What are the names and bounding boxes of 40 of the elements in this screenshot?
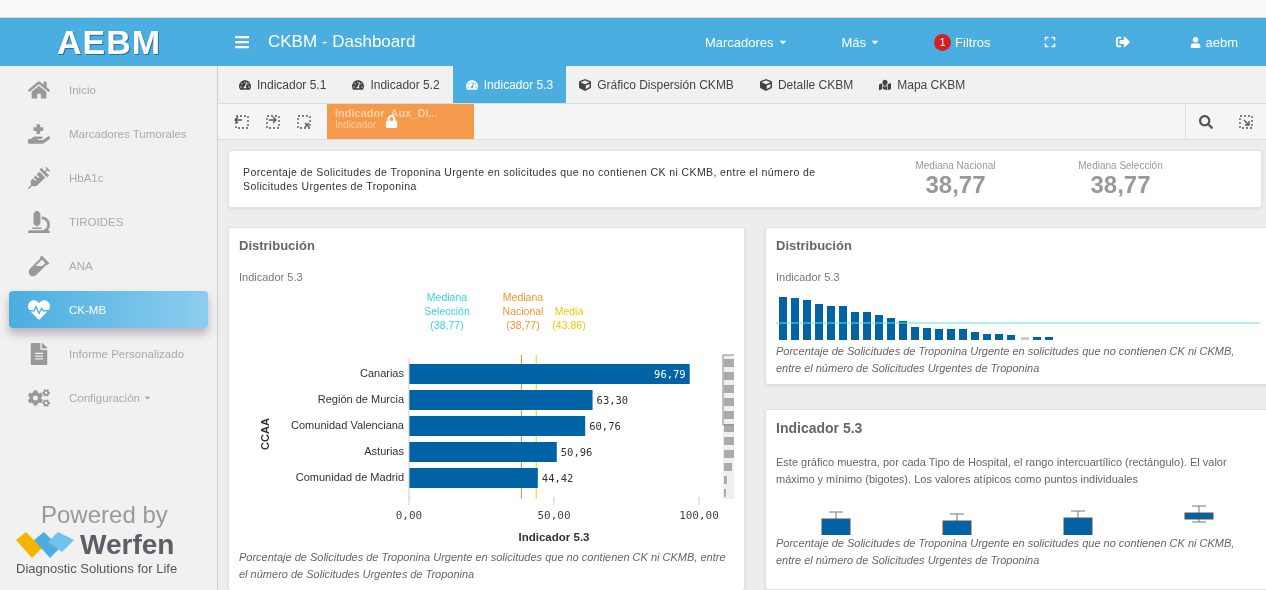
brand-tagline: Diagnostic Solutions for Life (16, 561, 178, 576)
stat-label: Mediana Nacional (915, 159, 996, 171)
category-label: Región de Murcia (317, 393, 404, 405)
tick-label: 50,00 (537, 509, 571, 522)
stat-value: 38,77 (1090, 170, 1151, 199)
value-label: 44,42 (541, 472, 574, 484)
filter-count-badge: 1 (934, 33, 952, 51)
stat-value: 38,77 (925, 170, 986, 199)
panel-title: Distribución (776, 238, 853, 253)
dashboard-title: CKBM - Dashboard (268, 32, 417, 52)
value-label: 63,30 (596, 394, 629, 406)
value-label: 50,96 (560, 446, 593, 458)
tick-label: 100,00 (679, 509, 719, 522)
category-label: Comunidad Valenciana (291, 419, 404, 431)
panel-footnote: Porcentaje de Solicitudes de Troponina Urgente en solicitudes que no contienen CK ni CKMB, entre el número de Solicitudes Urgentes de Troponina (776, 344, 1236, 376)
x-axis-title: Indicador 5.3 (518, 531, 590, 543)
category-label: Canarias (359, 367, 404, 379)
sheet-subtitle: Indicador (335, 119, 378, 130)
panel-title: Indicador 5.3 (776, 420, 864, 436)
panel-footnote: Porcentaje de Solicitudes de Troponina Urgente en solicitudes que no contienen CK ni CKMB, entre el número de Solicitudes Urgentes de Troponina (776, 536, 1236, 568)
value-label: 60,76 (589, 420, 621, 432)
panel-description: Este gráfico muestra, por cada Tipo de Hospital, el rango intercuartílico (rectángulo). El valor máximo y mínimo (bigotes). Los valores atípicos como puntos individuales (776, 455, 1228, 487)
sheet-title: Indicador_Aux_Di... (335, 107, 439, 119)
powered-by-text: Powered by (41, 501, 168, 529)
panel-title: Distribución (239, 238, 316, 253)
y-axis-title: CCAA (259, 418, 271, 450)
reference-line-label: Mediana Nacional (38,77) (502, 291, 544, 331)
brand-name: Werfen (80, 529, 175, 561)
reference-line-label: Media (43,86) (552, 305, 586, 331)
reference-line-label: Mediana Selección (38,77) (424, 291, 470, 331)
panel-footnote: Porcentaje de Solicitudes de Troponina Urgente en solicitudes que no contienen CK ni CKMB, entre el número de Solicitudes Urgentes de Troponina (239, 550, 727, 582)
panel-subtitle: Indicador 5.3 (239, 271, 304, 283)
category-label: Comunidad de Madrid (295, 471, 404, 483)
panel-subtitle: Indicador 5.3 (776, 271, 841, 283)
stat-label: Mediana Selección (1078, 159, 1163, 171)
app-logo: AEBM (56, 22, 162, 62)
value-label: 96,79 (654, 368, 686, 380)
kpi-description: Porcentaje de Solicitudes de Troponina Urgente en solicitudes que no contienen CK ni CKMB, entre el número de Solicitudes Urgentes de Troponina (243, 164, 817, 194)
tick-label: 0,00 (395, 509, 423, 522)
category-label: Asturias (364, 445, 404, 457)
